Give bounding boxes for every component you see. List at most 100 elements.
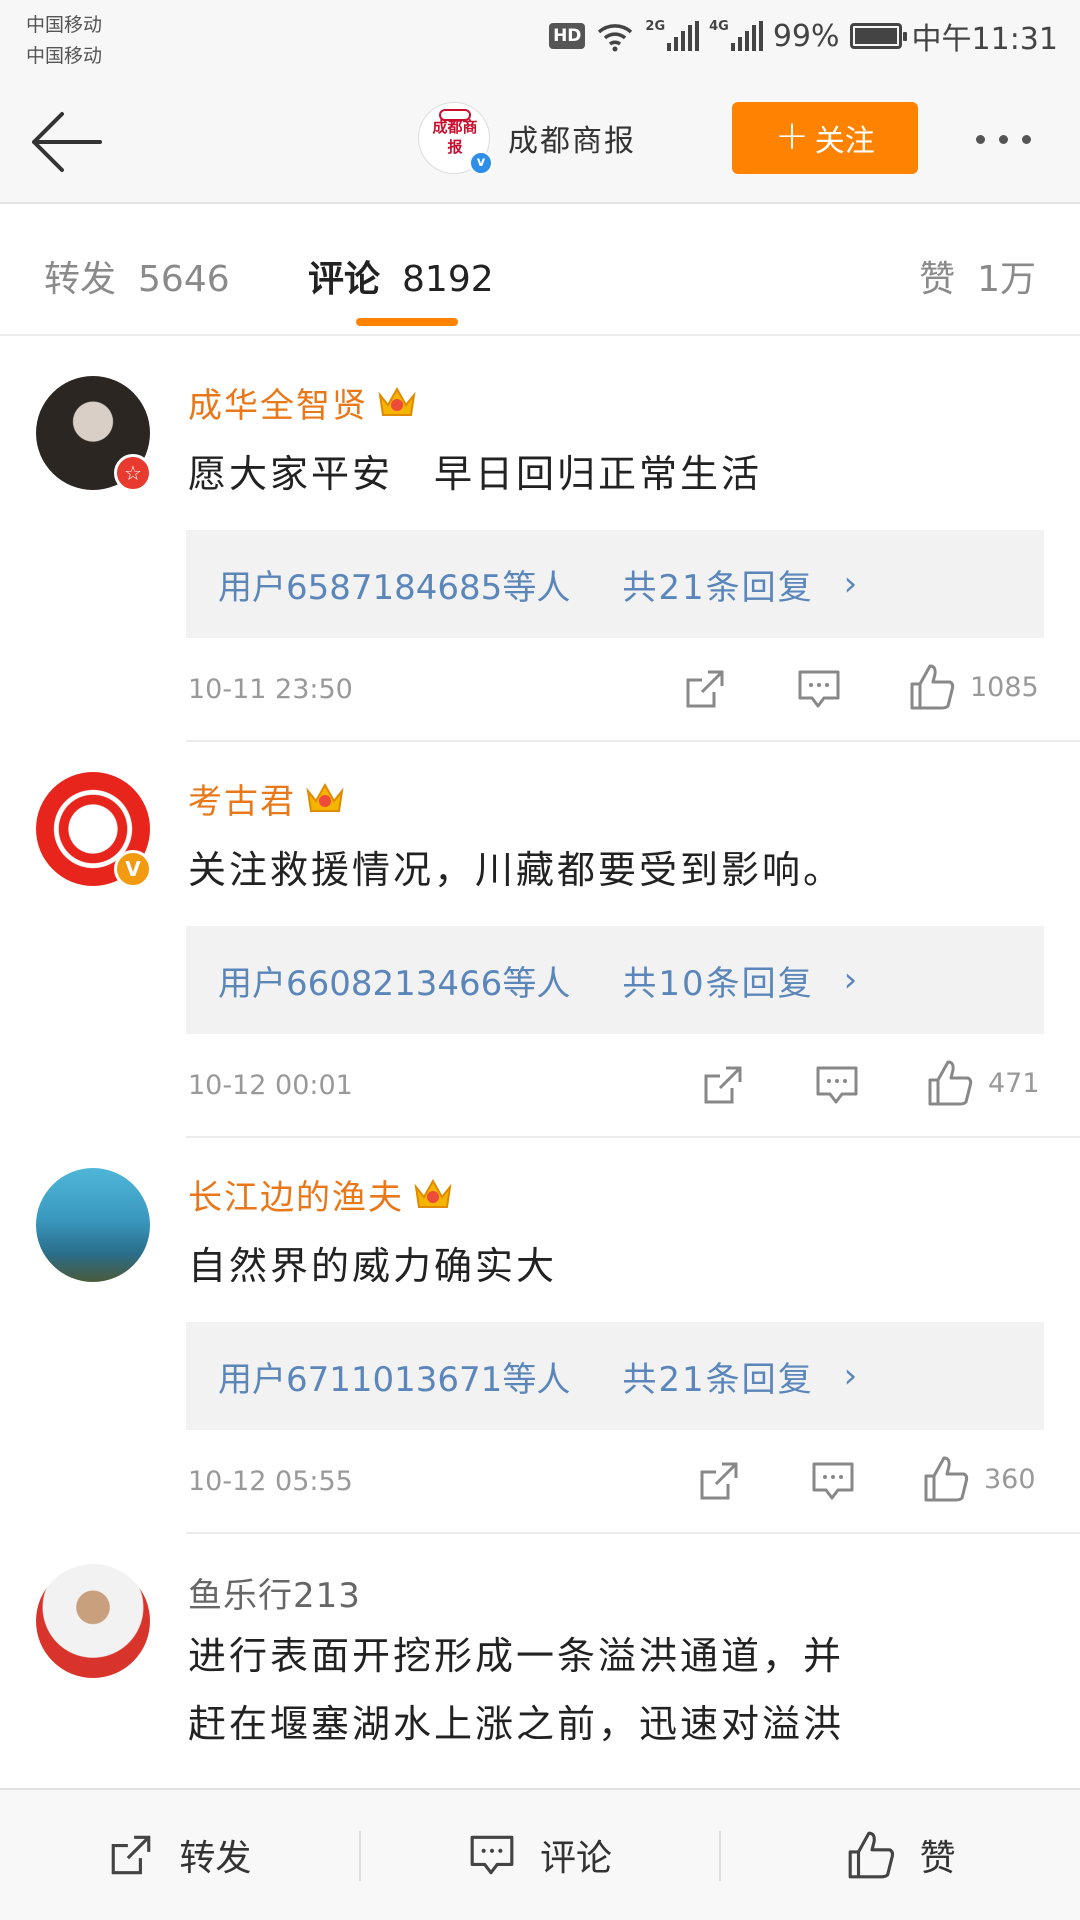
comment-text: 愿大家平安 早日回归正常生活 <box>188 452 763 496</box>
back-arrow-icon <box>32 112 102 172</box>
share-icon[interactable] <box>696 1458 742 1504</box>
like-thumb-icon <box>928 1060 973 1106</box>
follow-plus-icon: + <box>775 113 809 159</box>
chevron-right-icon: › <box>843 960 858 1000</box>
comment-text: 进行表面开挖形成一条溢洪通道，并 赶在堰塞湖水上涨之前，迅速对溢洪 <box>188 1622 1048 1758</box>
avatar-photo <box>36 1564 150 1678</box>
avatar-photo <box>36 1168 150 1282</box>
battery-percent: 99% <box>772 18 840 54</box>
tab-comment[interactable]: 评论 8192 <box>308 250 494 302</box>
bottom-action-bar: 转发 评论 赞 <box>0 1788 1080 1920</box>
repost-label: 转发 <box>179 1838 252 1879</box>
account-name[interactable]: 成都商报 <box>508 116 636 160</box>
comment-text: 自然界的威力确实大 <box>188 1244 558 1288</box>
comment-username[interactable]: 成华全智贤 <box>188 378 418 427</box>
signal-2g-icon: 2G <box>645 19 700 51</box>
comment-time: 10-12 00:01 <box>188 1070 353 1101</box>
active-tab-indicator <box>356 318 458 326</box>
like-thumb-icon <box>924 1456 969 1502</box>
reply-count: 共21条回复 <box>622 1359 814 1400</box>
comment-time: 10-11 23:50 <box>188 674 353 705</box>
comment-button[interactable]: 评论 <box>361 1790 720 1920</box>
signal-4g-icon: 4G <box>709 19 763 51</box>
reply-users: 用户6608213466等人 <box>218 963 571 1004</box>
share-icon <box>112 1835 151 1875</box>
comment-icon[interactable] <box>814 1062 860 1108</box>
like-post-button[interactable]: 赞 <box>721 1790 1080 1920</box>
comment-username[interactable]: 考古君 <box>188 774 346 823</box>
avatar[interactable] <box>36 1168 150 1282</box>
chevron-right-icon: › <box>843 564 858 604</box>
hd-icon: HD <box>549 23 586 49</box>
comment-icon[interactable] <box>796 666 842 712</box>
reply-summary[interactable]: 用户6587184685等人 共21条回复 › <box>186 530 1044 638</box>
like-button[interactable]: 471 <box>926 1058 1040 1108</box>
crown-icon <box>414 1178 452 1208</box>
username-text: 考古君 <box>188 782 296 822</box>
more-dots-icon <box>976 134 985 144</box>
follow-label: 关注 <box>814 124 875 159</box>
carrier-1: 中国移动 <box>26 14 103 36</box>
username-text: 鱼乐行213 <box>188 1576 361 1616</box>
share-icon[interactable] <box>682 666 728 712</box>
repost-button[interactable]: 转发 <box>0 1790 359 1920</box>
reply-summary[interactable]: 用户6608213466等人 共10条回复 › <box>186 926 1044 1034</box>
comment-icon[interactable] <box>810 1458 856 1504</box>
tab-bar: 转发 5646 评论 8192 赞 1万 <box>0 204 1080 336</box>
verified-badge: v <box>469 151 493 175</box>
status-bar: 中国移动 中国移动 HD 2G 4G 99% 中午11:31 <box>0 0 1080 80</box>
comment-time: 10-12 05:55 <box>188 1466 353 1497</box>
avatar[interactable] <box>36 1564 150 1678</box>
clock: 中午11:31 <box>911 22 1058 57</box>
account-logo-text: 成都商报 <box>432 118 478 156</box>
avatar[interactable]: ☆ <box>36 376 152 492</box>
tab-comment-label: 评论 <box>308 259 381 300</box>
crown-icon <box>378 386 416 416</box>
chevron-right-icon: › <box>843 1356 858 1396</box>
comment-username[interactable]: 长江边的渔夫 <box>188 1170 454 1219</box>
reply-count: 共21条回复 <box>622 567 814 608</box>
tab-repost[interactable]: 转发 5646 <box>44 250 230 302</box>
reply-summary[interactable]: 用户6711013671等人 共21条回复 › <box>186 1322 1044 1430</box>
comment-icon <box>470 1835 514 1875</box>
share-icon[interactable] <box>700 1062 746 1108</box>
like-thumb-icon <box>910 664 955 710</box>
divider <box>186 1136 1080 1138</box>
reply-users: 用户6587184685等人 <box>218 567 571 608</box>
comment-text-line-2: 赶在堰塞湖水上涨之前，迅速对溢洪 <box>188 1702 845 1746</box>
wifi-icon <box>598 24 633 52</box>
username-text: 成华全智贤 <box>188 386 368 426</box>
like-button[interactable]: 360 <box>922 1454 1036 1504</box>
comment-username[interactable]: 鱼乐行213 <box>188 1568 361 1617</box>
avatar[interactable]: V <box>36 772 152 888</box>
battery-icon <box>849 23 907 49</box>
carrier-info: 中国移动 中国移动 <box>26 10 102 72</box>
more-options-button[interactable] <box>976 124 1056 154</box>
carrier-2: 中国移动 <box>26 45 103 67</box>
tab-repost-count: 5646 <box>138 259 230 300</box>
tab-like-count: 1万 <box>977 259 1036 300</box>
tab-comment-count: 8192 <box>402 259 494 300</box>
account-avatar[interactable]: 成都商报 v <box>418 102 493 175</box>
comment-text: 关注救援情况，川藏都要受到影响。 <box>188 848 845 892</box>
comment-text-line-1: 进行表面开挖形成一条溢洪通道，并 <box>188 1634 845 1678</box>
tab-like[interactable]: 赞 1万 <box>919 250 1036 302</box>
username-text: 长江边的渔夫 <box>188 1178 404 1218</box>
avatar-badge: V <box>114 850 152 888</box>
reply-users: 用户6711013671等人 <box>218 1359 571 1400</box>
like-button[interactable]: 1085 <box>908 662 1039 712</box>
like-count: 1085 <box>970 671 1039 703</box>
top-bar: 成都商报 v 成都商报 + 关注 <box>0 80 1080 204</box>
back-button[interactable] <box>26 104 106 180</box>
net-2g-label: 2G <box>645 19 666 34</box>
follow-button[interactable]: + 关注 <box>732 102 918 174</box>
tab-repost-label: 转发 <box>44 259 117 300</box>
status-icons: HD 2G 4G 99% 中午11:31 <box>549 14 1058 58</box>
like-label: 赞 <box>919 1838 956 1879</box>
like-thumb-icon <box>848 1831 894 1879</box>
reply-count: 共10条回复 <box>622 963 814 1004</box>
crown-icon <box>306 782 344 812</box>
comment-label: 评论 <box>540 1838 613 1879</box>
net-4g-label: 4G <box>709 19 729 34</box>
divider <box>186 740 1080 742</box>
